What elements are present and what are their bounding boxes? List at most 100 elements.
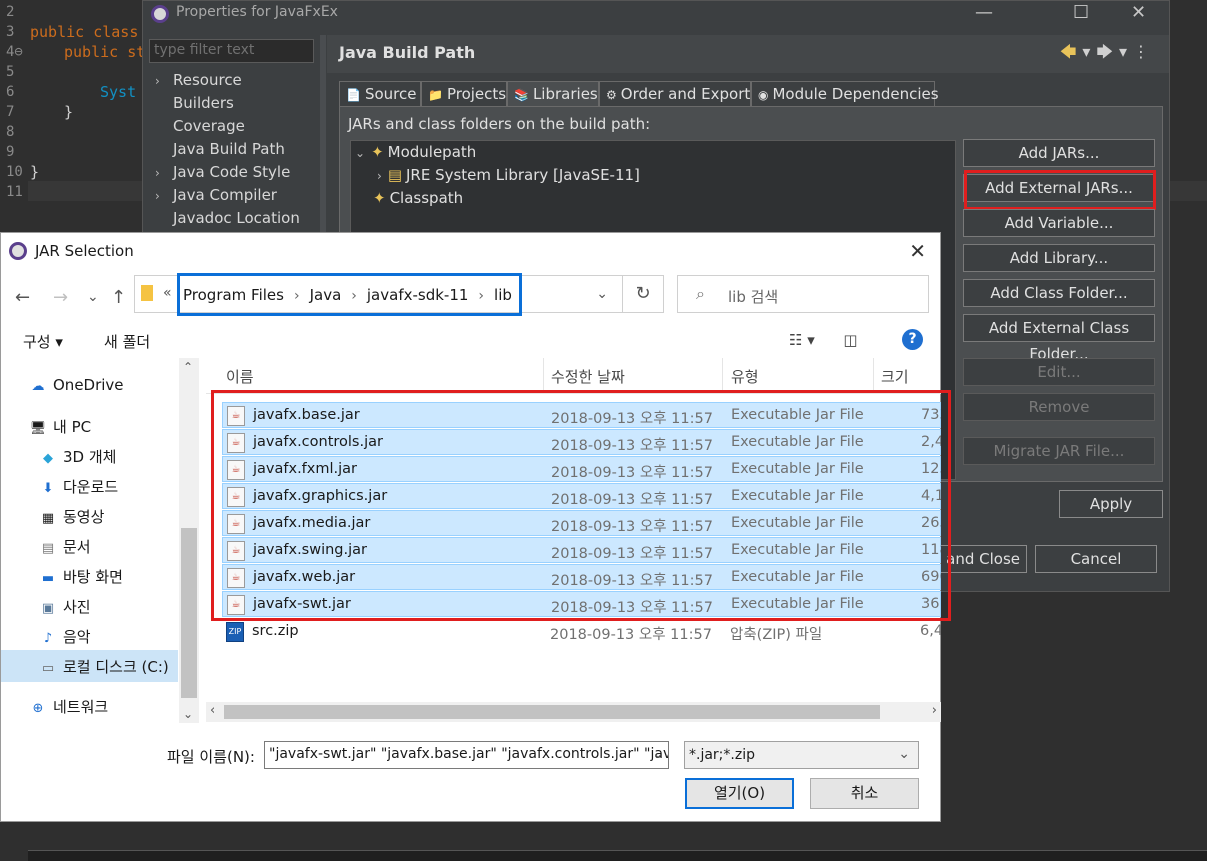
file-type-select[interactable]: *.jar;*.zip ⌄ (684, 741, 919, 769)
code-line-4[interactable]: public st (64, 42, 145, 62)
jars-label: JARs and class folders on the build path… (348, 115, 651, 133)
line-number[interactable]: 4⊖ (0, 42, 28, 62)
zip-file-icon: ZIP (226, 622, 244, 642)
edit-button[interactable]: Edit... (963, 358, 1155, 386)
more-options-icon[interactable]: ⋮ (1133, 42, 1155, 61)
open-button[interactable]: 열기(O) (685, 778, 794, 809)
add-jars-button[interactable]: Add JARs... (963, 139, 1155, 167)
filename-input[interactable]: "javafx-swt.jar" "javafx.base.jar" "java… (264, 741, 669, 769)
nav-item-network[interactable]: ⊕ 네트워크 (29, 696, 109, 717)
tree-item-javadoc-location[interactable]: Javadoc Location (155, 209, 300, 227)
column-divider[interactable] (722, 358, 723, 394)
add-external-class-folder-button[interactable]: Add External Class Folder... (963, 314, 1155, 363)
column-divider[interactable] (873, 358, 874, 394)
expand-arrow-icon[interactable]: › (377, 169, 382, 183)
column-header-date[interactable]: 수정한 날짜 (551, 366, 625, 387)
tab-projects[interactable]: 📁 Projects (421, 81, 507, 107)
tab-libraries[interactable]: 📚 Libraries (507, 81, 599, 107)
nav-item-downloads[interactable]: ⬇ 다운로드 (39, 476, 119, 497)
nav-item-music[interactable]: ♪ 음악 (39, 626, 91, 647)
code-line-6[interactable]: Syst (100, 82, 136, 102)
tree-item-classpath[interactable]: ✦ Classpath (373, 189, 463, 207)
remove-button[interactable]: Remove (963, 393, 1155, 421)
nav-item-this-pc[interactable]: 🖥 내 PC (29, 416, 91, 437)
tree-item-coverage[interactable]: Coverage (155, 117, 245, 135)
tree-item-builders[interactable]: Builders (155, 94, 234, 112)
nav-item-pictures[interactable]: ▣ 사진 (39, 596, 91, 617)
maximize-button[interactable]: ☐ (1073, 2, 1089, 23)
tree-item-resource[interactable]: › Resource (155, 71, 242, 89)
forward-menu-icon[interactable]: ▾ (1119, 42, 1133, 61)
cancel-button[interactable]: Cancel (1035, 545, 1157, 573)
tab-source[interactable]: 📄 Source (339, 81, 421, 107)
expand-arrow-icon[interactable]: › (155, 74, 173, 88)
tab-order-and-export[interactable]: ⚙ Order and Export (599, 81, 751, 107)
dialog-cancel-button[interactable]: 취소 (810, 778, 919, 809)
forward-arrow-icon[interactable]: 🡆 (1096, 42, 1119, 61)
tree-item-jre-system-library[interactable]: › ▤ JRE System Library [JavaSE-11] (377, 166, 640, 184)
horizontal-scrollbar[interactable]: ‹ › (206, 702, 941, 722)
new-folder-button[interactable]: 새 폴더 (104, 331, 150, 352)
recent-locations-icon[interactable]: ⌄ (87, 289, 99, 305)
module-icon: ◉ (758, 88, 769, 102)
file-row[interactable]: ZIP src.zip 2018-09-13 오후 11:57 압축(ZIP) 파일 6… (222, 619, 941, 645)
tree-item-java-code-style[interactable]: › Java Code Style (155, 163, 290, 181)
minimize-button[interactable]: — (975, 2, 993, 23)
nav-item-desktop[interactable]: ▬ 바탕 화면 (39, 566, 123, 587)
tree-item-java-compiler[interactable]: › Java Compiler (155, 186, 277, 204)
nav-scrollbar[interactable]: ⌃ ⌄ (179, 358, 199, 723)
view-list-icon[interactable]: ☷ (789, 331, 802, 349)
migrate-jar-button[interactable]: Migrate JAR File... (963, 437, 1155, 465)
scrollbar-thumb[interactable] (181, 528, 197, 698)
path-overflow-icon[interactable]: « (163, 285, 172, 301)
up-arrow-icon[interactable]: ↑ (111, 287, 126, 308)
back-arrow-icon[interactable]: 🡄 (1060, 42, 1083, 61)
chevron-left-icon[interactable]: ‹ (210, 703, 215, 718)
chevron-down-icon[interactable]: ⌄ (898, 746, 910, 762)
nav-item-videos[interactable]: ▦ 동영상 (39, 506, 105, 527)
code-line-10[interactable]: } (30, 162, 39, 182)
highlight-box (964, 170, 1156, 210)
collapse-arrow-icon[interactable]: ⌄ (355, 146, 365, 160)
scrollbar-thumb[interactable] (224, 705, 880, 719)
apply-button[interactable]: Apply (1059, 490, 1163, 518)
chevron-down-icon[interactable]: ▾ (807, 331, 815, 349)
close-icon[interactable]: ✕ (909, 239, 926, 263)
nav-item-documents[interactable]: ▤ 문서 (39, 536, 91, 557)
nav-item-3d-objects[interactable]: ◆ 3D 개체 (39, 446, 116, 467)
preview-pane-icon[interactable]: ◫ (843, 331, 857, 349)
chevron-right-icon[interactable]: › (932, 703, 937, 718)
help-icon[interactable]: ? (902, 329, 923, 350)
nav-item-local-disk[interactable]: ▭ 로컬 디스크 (C:) (39, 656, 169, 677)
add-class-folder-button[interactable]: Add Class Folder... (963, 279, 1155, 307)
tree-item-modulepath[interactable]: ⌄ ✦ Modulepath (355, 143, 476, 161)
add-library-button[interactable]: Add Library... (963, 244, 1155, 272)
chevron-down-icon[interactable]: ⌄ (183, 707, 193, 721)
tab-module-dependencies[interactable]: ◉ Module Dependencies (751, 81, 939, 107)
chevron-down-icon[interactable]: ⌄ (596, 286, 608, 302)
chevron-down-icon[interactable]: ⌄ (652, 746, 664, 762)
column-header-name[interactable]: 이름 (226, 366, 254, 387)
view-options[interactable]: ☷ ▾ ◫ (789, 331, 858, 349)
back-menu-icon[interactable]: ▾ (1082, 42, 1096, 61)
nav-item-onedrive[interactable]: ☁ OneDrive (29, 376, 124, 394)
expand-arrow-icon[interactable]: › (155, 166, 173, 180)
code-line-7[interactable]: } (64, 102, 73, 122)
close-button[interactable]: ✕ (1131, 2, 1146, 23)
tree-item-java-build-path[interactable]: Java Build Path (155, 140, 285, 158)
expand-arrow-icon[interactable]: › (155, 189, 173, 203)
forward-arrow-icon[interactable]: → (53, 287, 68, 308)
search-input[interactable]: ⌕ lib 검색 (677, 275, 929, 313)
organize-button[interactable]: 구성 ▾ (23, 331, 63, 352)
code-line-3[interactable]: public class (30, 22, 138, 42)
filter-input[interactable]: type filter text (149, 39, 314, 63)
add-variable-button[interactable]: Add Variable... (963, 209, 1155, 237)
column-header-size[interactable]: 크기 (881, 366, 909, 387)
column-header-type[interactable]: 유형 (731, 366, 759, 387)
back-arrow-icon[interactable]: ← (15, 287, 30, 308)
classpath-icon: ✦ (373, 189, 386, 207)
chevron-up-icon[interactable]: ⌃ (183, 360, 193, 374)
refresh-button[interactable]: ↻ (622, 275, 664, 313)
page-navigation[interactable]: 🡄▾🡆▾⋮ (1060, 41, 1155, 68)
column-divider[interactable] (543, 358, 544, 394)
